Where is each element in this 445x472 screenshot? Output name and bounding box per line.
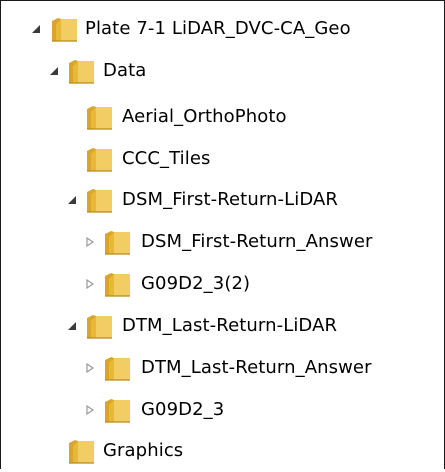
folder-icon xyxy=(85,313,115,339)
tree-item-dsm-first-return-answer[interactable]: DSM_First-Return_Answer xyxy=(0,222,443,263)
folder-icon xyxy=(103,397,133,423)
tree-item-label: Plate 7-1 LiDAR_DVC-CA_Geo xyxy=(85,18,351,39)
tree-item-label: DSM_First-Return_Answer xyxy=(141,231,373,252)
collapsed-triangle-icon[interactable] xyxy=(84,404,96,416)
expanded-triangle-icon[interactable] xyxy=(48,65,60,77)
tree-item-ccc-tiles[interactable]: CCC_Tiles xyxy=(0,139,443,180)
expanded-triangle-icon[interactable] xyxy=(66,320,78,332)
tree-item-label: Aerial_OrthoPhoto xyxy=(122,106,287,127)
expanded-triangle-icon[interactable] xyxy=(66,194,78,206)
folder-icon xyxy=(85,187,115,213)
tree-item-graphics[interactable]: Graphics xyxy=(0,431,443,472)
collapsed-triangle-icon[interactable] xyxy=(84,236,96,248)
tree-item-label: CCC_Tiles xyxy=(122,148,211,169)
folder-icon xyxy=(103,229,133,255)
tree-item-label: DTM_Last-Return-LiDAR xyxy=(122,315,338,336)
tree-item-dtm-last-return-lidar[interactable]: DTM_Last-Return-LiDAR xyxy=(0,306,443,347)
folder-icon xyxy=(103,355,133,381)
folder-icon xyxy=(85,104,115,130)
tree-item-label: Data xyxy=(103,60,147,81)
tree-item-dtm-last-return-answer[interactable]: DTM_Last-Return_Answer xyxy=(0,348,443,389)
collapsed-triangle-icon[interactable] xyxy=(84,278,96,290)
expanded-triangle-icon[interactable] xyxy=(30,23,42,35)
collapsed-triangle-icon[interactable] xyxy=(84,362,96,374)
folder-icon xyxy=(67,58,97,84)
tree-item-aerial-orthophoto[interactable]: Aerial_OrthoPhoto xyxy=(0,97,443,138)
tree-item-label: Graphics xyxy=(103,440,184,461)
tree-item-plate-7-1[interactable]: Plate 7-1 LiDAR_DVC-CA_Geo xyxy=(0,9,443,50)
tree-item-label: DTM_Last-Return_Answer xyxy=(141,357,372,378)
folder-icon xyxy=(103,271,133,297)
folder-icon xyxy=(67,438,97,464)
tree-item-label: G09D2_3 xyxy=(141,399,225,420)
folder-icon xyxy=(85,146,115,172)
tree-item-label: DSM_First-Return-LiDAR xyxy=(122,189,339,210)
tree-item-g09d2-3-2[interactable]: G09D2_3(2) xyxy=(0,264,443,305)
tree-item-label: G09D2_3(2) xyxy=(141,273,251,294)
tree-item-dsm-first-return-lidar[interactable]: DSM_First-Return-LiDAR xyxy=(0,180,443,221)
tree-item-g09d2-3[interactable]: G09D2_3 xyxy=(0,390,443,431)
tree-item-data[interactable]: Data xyxy=(0,51,443,92)
folder-tree: Plate 7-1 LiDAR_DVC-CA_Geo Data Aerial_O… xyxy=(0,0,443,470)
folder-icon xyxy=(50,16,80,42)
